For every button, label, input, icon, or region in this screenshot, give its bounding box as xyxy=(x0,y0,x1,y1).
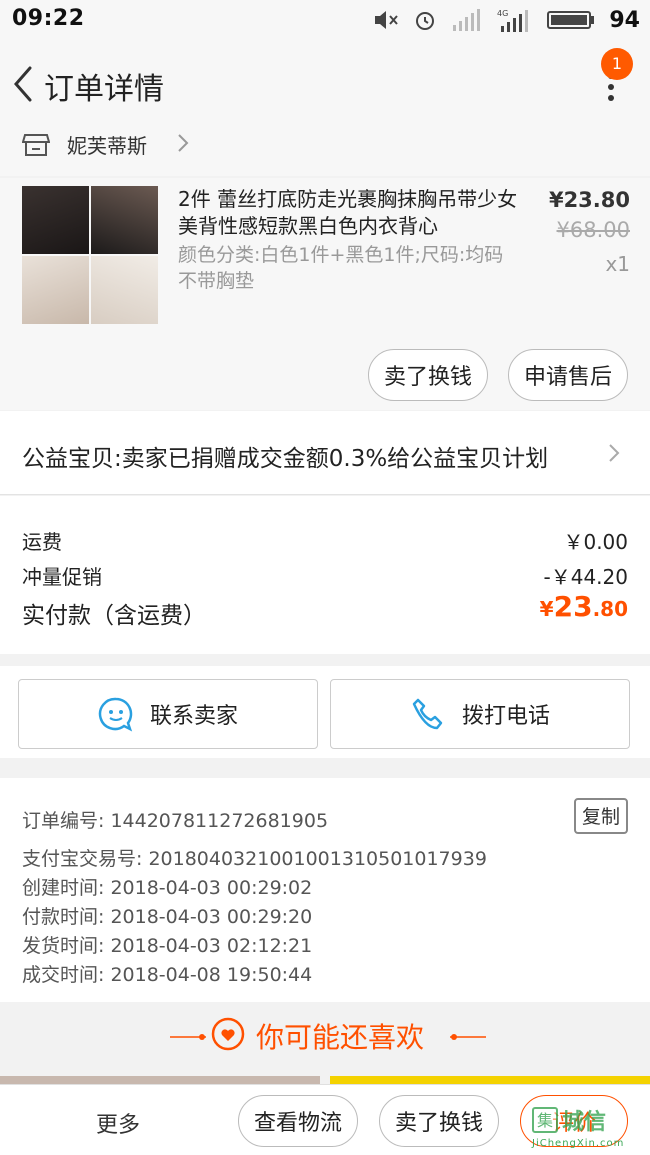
watermark-logo-icon: 集 xyxy=(532,1107,558,1133)
order-number: 订单编号: 144207811272681905 xyxy=(22,810,329,832)
divider-left xyxy=(170,1034,206,1040)
shipping-value: ￥0.00 xyxy=(563,530,628,554)
paid-integer: 23 xyxy=(553,590,593,623)
charity-text: 公益宝贝:卖家已捐赠成交金额0.3%给公益宝贝计划 xyxy=(22,446,549,472)
contact-section: 联系卖家 拨打电话 xyxy=(0,666,650,758)
chat-bubble-icon xyxy=(98,697,133,732)
shop-icon xyxy=(22,134,50,156)
resell-bottom-button[interactable]: 卖了换钱 xyxy=(379,1095,499,1147)
battery-icon xyxy=(547,11,595,29)
more-button[interactable]: 更多 xyxy=(96,1107,140,1139)
thumb-tile xyxy=(91,256,158,324)
mute-icon xyxy=(375,11,399,29)
signal-icon xyxy=(453,9,481,31)
product-price: ¥23.80 xyxy=(548,188,630,212)
svg-text:4G: 4G xyxy=(497,9,508,18)
thumb-tile xyxy=(22,186,89,254)
product-spec: 颜色分类:白色1件+黑色1件;尺码:均码 不带胸垫 xyxy=(178,244,504,292)
status-time: 09:22 xyxy=(12,6,85,31)
heart-icon xyxy=(211,1017,245,1051)
product-quantity: x1 xyxy=(605,252,630,276)
recommend-header: 你可能还喜欢 xyxy=(0,1004,650,1070)
alarm-icon xyxy=(416,12,435,30)
nav-header: 订单详情 xyxy=(0,40,650,128)
notification-badge: 1 xyxy=(601,48,633,80)
contact-seller-button[interactable]: 联系卖家 xyxy=(18,679,318,749)
thumb-tile xyxy=(22,256,89,324)
created-time: 创建时间: 2018-04-03 00:29:02 xyxy=(22,877,313,899)
shipped-time: 发货时间: 2018-04-03 02:12:21 xyxy=(22,935,313,957)
watermark: 集 城信 xyxy=(532,1104,606,1136)
shop-row[interactable]: 妮芙蒂斯 xyxy=(0,128,650,176)
watermark-sub: JiChengXin.com xyxy=(532,1138,625,1149)
alipay-number: 支付宝交易号: 2018040321001001310501017939 xyxy=(22,848,487,870)
status-bar: 09:22 4G 94 xyxy=(0,0,650,40)
fee-summary: 运费 ￥0.00 冲量促销 -￥44.20 实付款（含运费） ¥23.80 xyxy=(0,496,650,654)
copy-button[interactable]: 复制 xyxy=(574,798,628,834)
page-title: 订单详情 xyxy=(44,72,164,107)
order-info: 订单编号: 144207811272681905 复制 支付宝交易号: 2018… xyxy=(0,778,650,1002)
resell-button[interactable]: 卖了换钱 xyxy=(368,349,488,401)
chevron-right-icon xyxy=(609,444,620,462)
phone-icon xyxy=(412,698,443,730)
watermark-text: 城信 xyxy=(562,1110,607,1135)
battery-level: 94 xyxy=(609,7,640,33)
paid-currency: ¥ xyxy=(539,597,554,621)
paid-amount: ¥23.80 xyxy=(540,590,628,623)
recommend-title: 你可能还喜欢 xyxy=(256,1021,425,1054)
promo-value: -￥44.20 xyxy=(543,565,628,589)
shop-name: 妮芙蒂斯 xyxy=(67,134,147,158)
product-thumbnail[interactable] xyxy=(22,186,158,324)
view-logistics-button[interactable]: 查看物流 xyxy=(238,1095,358,1147)
call-phone-button[interactable]: 拨打电话 xyxy=(330,679,630,749)
back-arrow-icon[interactable] xyxy=(8,62,38,106)
product-original-price: ¥68.00 xyxy=(556,218,630,242)
completed-time: 成交时间: 2018-04-08 19:50:44 xyxy=(22,964,313,986)
paid-time: 付款时间: 2018-04-03 00:29:20 xyxy=(22,906,313,928)
paid-decimal: .80 xyxy=(592,597,628,621)
recommend-item-preview[interactable] xyxy=(0,1076,320,1084)
shipping-label: 运费 xyxy=(22,530,62,554)
call-phone-label: 拨打电话 xyxy=(461,704,550,729)
paid-label: 实付款（含运费） xyxy=(22,603,206,629)
product-card[interactable]: 2件 蕾丝打底防走光裹胸抹胸吊带少女美背性感短款黑白色内衣背心 颜色分类:白色1… xyxy=(0,178,650,410)
promo-label: 冲量促销 xyxy=(22,565,102,589)
chevron-right-icon xyxy=(178,134,189,152)
divider-right xyxy=(450,1034,486,1040)
after-sales-button[interactable]: 申请售后 xyxy=(508,349,628,401)
charity-row[interactable]: 公益宝贝:卖家已捐赠成交金额0.3%给公益宝贝计划 xyxy=(0,411,650,495)
status-icons: 4G 94 xyxy=(373,6,640,34)
thumb-tile xyxy=(91,186,158,254)
recommend-item-preview[interactable] xyxy=(330,1076,650,1084)
signal-4g-icon: 4G xyxy=(497,9,529,32)
contact-seller-label: 联系卖家 xyxy=(149,704,238,729)
product-title: 2件 蕾丝打底防走光裹胸抹胸吊带少女美背性感短款黑白色内衣背心 xyxy=(178,187,518,238)
